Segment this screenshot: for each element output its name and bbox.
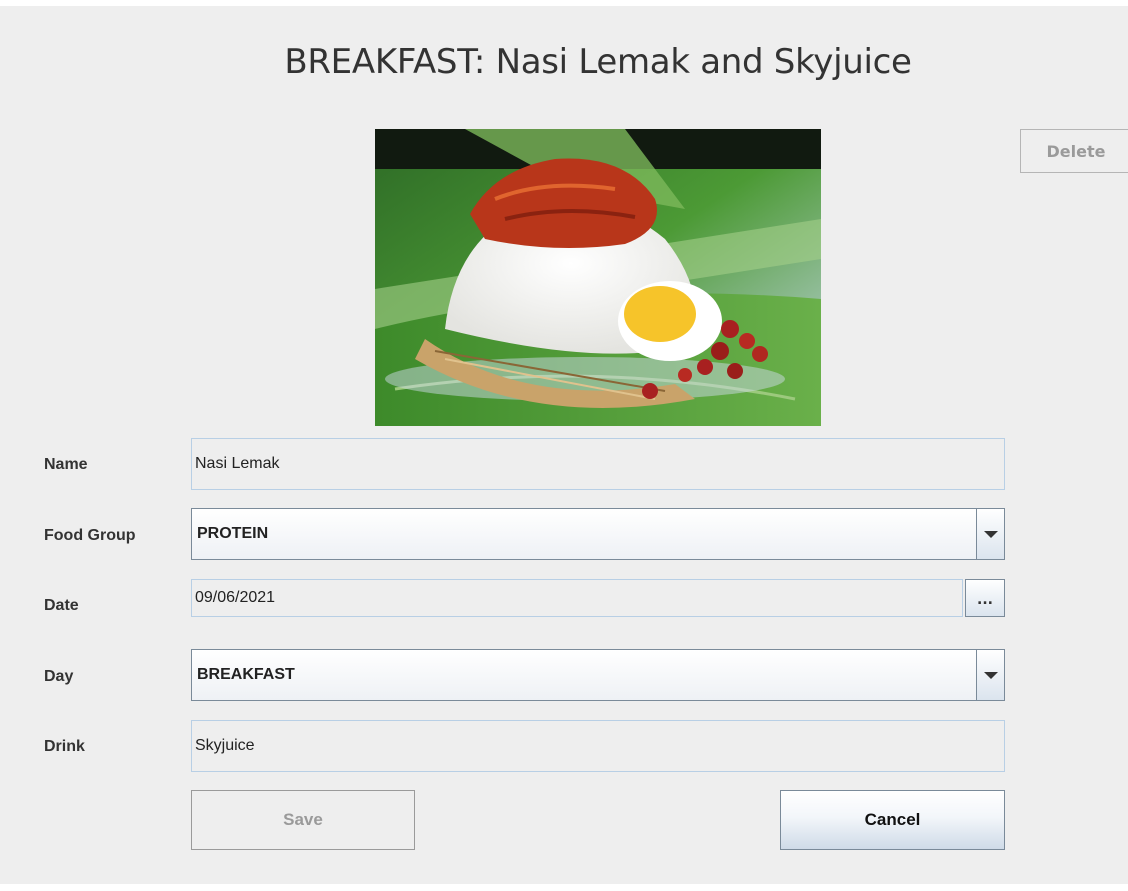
form-panel: BREAKFAST: Nasi Lemak and Skyjuice Delet…: [0, 6, 1128, 884]
chevron-down-icon: [983, 530, 998, 538]
drink-value: Skyjuice: [195, 737, 255, 754]
page-title: BREAKFAST: Nasi Lemak and Skyjuice: [284, 42, 912, 82]
food-group-label: Food Group: [44, 527, 136, 544]
food-photo-image: [375, 129, 821, 426]
day-label: Day: [44, 668, 74, 685]
date-value: 09/06/2021: [195, 589, 276, 606]
name-label: Name: [44, 456, 88, 473]
date-picker-button[interactable]: ...: [965, 579, 1005, 617]
save-button[interactable]: Save: [191, 790, 415, 850]
drink-field[interactable]: Skyjuice: [191, 720, 1005, 772]
name-value: Nasi Lemak: [195, 455, 280, 472]
food-group-dropdown-button[interactable]: [976, 509, 1004, 559]
date-label: Date: [44, 597, 79, 614]
delete-button[interactable]: Delete: [1020, 129, 1128, 173]
chevron-down-icon: [983, 671, 998, 679]
day-select[interactable]: BREAKFAST: [191, 649, 1005, 701]
food-photo: [375, 129, 821, 426]
day-value: BREAKFAST: [197, 666, 295, 683]
food-group-value: PROTEIN: [197, 525, 269, 542]
date-field[interactable]: 09/06/2021: [191, 579, 963, 617]
name-field[interactable]: Nasi Lemak: [191, 438, 1005, 490]
cancel-button[interactable]: Cancel: [780, 790, 1005, 850]
food-group-select[interactable]: PROTEIN: [191, 508, 1005, 560]
day-dropdown-button[interactable]: [976, 650, 1004, 700]
drink-label: Drink: [44, 738, 85, 755]
